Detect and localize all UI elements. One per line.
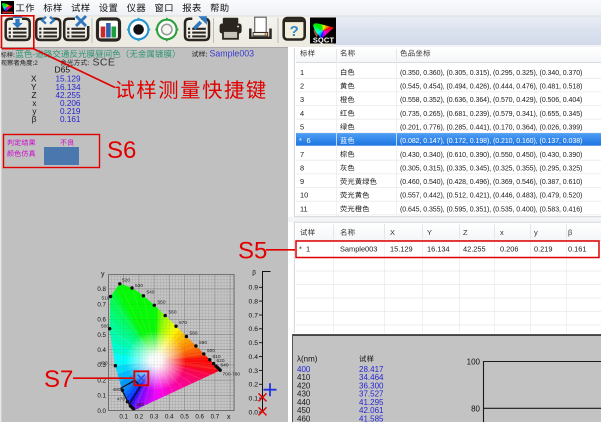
svg-text:80: 80	[471, 404, 480, 413]
svg-text:6: 6	[307, 136, 311, 145]
svg-text:4: 4	[300, 109, 304, 118]
svg-text:460: 460	[297, 414, 311, 422]
svg-text:0.4: 0.4	[249, 354, 259, 361]
svg-text:3: 3	[300, 95, 304, 104]
svg-text:X: X	[390, 228, 395, 237]
svg-text:5: 5	[300, 122, 304, 131]
svg-text:1: 1	[300, 68, 304, 77]
svg-text:β: β	[32, 115, 37, 124]
svg-text:S5: S5	[238, 238, 267, 265]
svg-text:S7: S7	[44, 366, 73, 393]
svg-text:Sample003: Sample003	[340, 245, 377, 254]
svg-text:β: β	[252, 270, 256, 277]
svg-text:560: 560	[169, 310, 177, 316]
svg-text:(0.201, 0.776), (0.285, 0.441): (0.201, 0.776), (0.285, 0.441), (0.170, …	[400, 124, 582, 131]
svg-text:0.161: 0.161	[60, 115, 81, 124]
svg-text:0.1: 0.1	[97, 393, 106, 400]
svg-text:530: 530	[135, 283, 143, 289]
svg-text:0.4: 0.4	[97, 347, 106, 354]
svg-text:540: 540	[147, 290, 155, 296]
svg-text:0.2: 0.2	[135, 414, 144, 421]
svg-text:0.1: 0.1	[249, 396, 259, 403]
svg-text:*: *	[299, 136, 302, 145]
svg-text:8: 8	[300, 163, 304, 172]
svg-text:0.9: 0.9	[249, 285, 259, 292]
svg-text:(0.645, 0.355), (0.595, 0.351): (0.645, 0.355), (0.595, 0.351), (0.535, …	[400, 206, 582, 213]
svg-text:*: *	[299, 245, 302, 254]
svg-text:500: 500	[101, 324, 109, 330]
svg-text:1: 1	[306, 245, 310, 254]
svg-text:0.3: 0.3	[249, 368, 259, 375]
svg-text:(0.082, 0.147), (0.172, 0.198): (0.082, 0.147), (0.172, 0.198), (0.210, …	[400, 138, 582, 145]
svg-text:(0.430, 0.340), (0.610, 0.390): (0.430, 0.340), (0.610, 0.390), (0.550, …	[400, 152, 582, 159]
svg-text:480: 480	[112, 387, 120, 393]
svg-text:0.1: 0.1	[119, 414, 128, 421]
svg-text:600: 600	[207, 348, 215, 354]
svg-text:Y: Y	[427, 228, 432, 237]
svg-text:42.255: 42.255	[463, 245, 486, 254]
svg-text:0.5: 0.5	[180, 414, 189, 421]
svg-text:9: 9	[300, 177, 304, 186]
svg-text:2: 2	[300, 81, 304, 90]
svg-text:7: 7	[300, 150, 304, 159]
svg-text:0.6: 0.6	[195, 414, 204, 421]
svg-text:0.7: 0.7	[97, 301, 106, 308]
svg-text:570: 570	[179, 320, 187, 326]
svg-text:x: x	[500, 228, 504, 237]
svg-text:0.219: 0.219	[534, 245, 553, 254]
svg-text:?: ?	[290, 23, 299, 40]
svg-text:SQCT: SQCT	[313, 35, 335, 44]
svg-text:2: 2	[34, 60, 38, 67]
svg-text:(0.735, 0.265), (0.681, 0.239): (0.735, 0.265), (0.681, 0.239), (0.579, …	[400, 111, 582, 118]
svg-text:0.8: 0.8	[97, 286, 106, 293]
svg-text:460: 460	[136, 402, 144, 408]
svg-text:(0.350, 0.360), (0.305, 0.315): (0.350, 0.360), (0.305, 0.315), (0.295, …	[400, 70, 582, 77]
svg-text:580: 580	[190, 331, 198, 337]
svg-text:15.129: 15.129	[390, 245, 413, 254]
svg-text:11: 11	[300, 204, 308, 213]
svg-text:0.7: 0.7	[211, 414, 220, 421]
svg-text:590: 590	[199, 340, 207, 346]
svg-text:41.585: 41.585	[359, 414, 384, 422]
svg-text:0.0: 0.0	[249, 409, 259, 416]
svg-text:640: 640	[221, 363, 229, 369]
svg-text:0.161: 0.161	[568, 245, 587, 254]
svg-text:x: x	[227, 414, 231, 421]
svg-text:10: 10	[300, 191, 308, 200]
svg-text:0.0: 0.0	[97, 408, 106, 415]
svg-text:S6: S6	[107, 137, 136, 164]
svg-text:Z: Z	[463, 228, 468, 237]
svg-text:(0.460, 0.540), (0.428, 0.496): (0.460, 0.540), (0.428, 0.496), (0.369, …	[400, 179, 582, 186]
svg-text:0.3: 0.3	[150, 414, 159, 421]
svg-text:470: 470	[117, 397, 125, 403]
svg-text:100: 100	[467, 358, 481, 367]
svg-text:(0.545, 0.454), (0.494, 0.426): (0.545, 0.454), (0.494, 0.426), (0.444, …	[400, 83, 582, 90]
svg-text:700-780: 700-780	[223, 372, 241, 378]
svg-text:16.134: 16.134	[427, 245, 450, 254]
svg-text:Sample003: Sample003	[210, 49, 255, 59]
svg-text:0.5: 0.5	[249, 340, 259, 347]
svg-text:520: 520	[122, 278, 130, 284]
svg-text:(0.305, 0.315), (0.335, 0.345): (0.305, 0.315), (0.335, 0.345), (0.325, …	[400, 165, 582, 172]
svg-text:y: y	[101, 271, 105, 278]
svg-text:SCE: SCE	[93, 57, 116, 69]
svg-text:-: -	[32, 49, 35, 59]
svg-text:λ(nm): λ(nm)	[297, 355, 318, 364]
svg-text:0.3: 0.3	[97, 362, 106, 369]
svg-text:0.8: 0.8	[249, 299, 259, 306]
svg-text:(0.558, 0.352), (0.636, 0.364): (0.558, 0.352), (0.636, 0.364), (0.570, …	[400, 97, 582, 104]
svg-text:0.6: 0.6	[249, 326, 259, 333]
svg-text:0.206: 0.206	[500, 245, 519, 254]
svg-text:550: 550	[158, 300, 166, 306]
svg-text:(0.557, 0.442), (0.512, 0.421): (0.557, 0.442), (0.512, 0.421), (0.446, …	[400, 193, 582, 200]
svg-text:β: β	[568, 228, 572, 237]
svg-text:y: y	[534, 228, 538, 237]
svg-text:0.2: 0.2	[249, 382, 259, 389]
svg-text:0.7: 0.7	[249, 312, 259, 319]
svg-text:0.6: 0.6	[97, 317, 106, 324]
svg-text:0.5: 0.5	[97, 332, 106, 339]
svg-text:0.4: 0.4	[165, 414, 174, 421]
